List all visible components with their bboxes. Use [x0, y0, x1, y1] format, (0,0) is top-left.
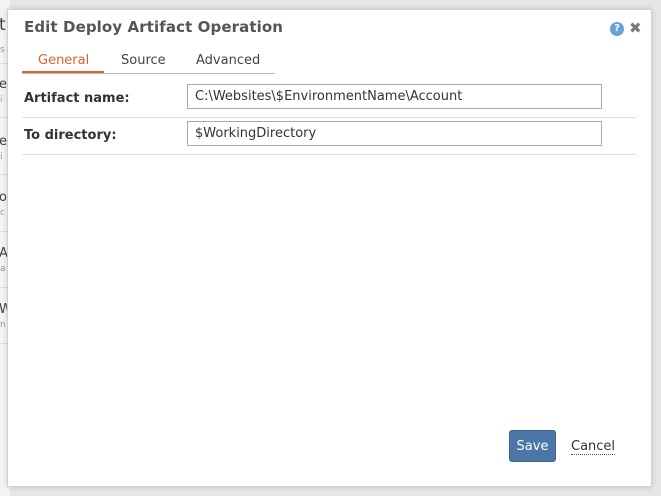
- edit-operation-dialog: Edit Deploy Artifact Operation ? ✖ Gener…: [7, 9, 652, 487]
- background-text: c: [0, 208, 5, 218]
- help-icon[interactable]: ?: [610, 22, 624, 36]
- to-directory-label: To directory:: [24, 128, 117, 143]
- background-text: t: [0, 15, 6, 35]
- tab-source[interactable]: Source: [121, 53, 166, 68]
- active-tab-indicator: [22, 71, 104, 73]
- close-icon[interactable]: ✖: [629, 19, 642, 37]
- background-text: e: [0, 77, 7, 92]
- to-directory-row: To directory:: [22, 118, 636, 155]
- save-button[interactable]: Save: [509, 430, 556, 462]
- tab-general[interactable]: General: [38, 53, 89, 68]
- artifact-name-row: Artifact name:: [22, 81, 636, 118]
- background-text: o: [0, 190, 7, 205]
- background-text: a: [0, 264, 6, 274]
- artifact-name-input[interactable]: [187, 84, 602, 109]
- background-text: e: [0, 134, 7, 149]
- dialog-title: Edit Deploy Artifact Operation: [24, 18, 284, 36]
- tab-bar: General Source Advanced: [22, 53, 275, 74]
- cancel-link[interactable]: Cancel: [571, 439, 616, 455]
- artifact-name-label: Artifact name:: [24, 91, 130, 106]
- background-text: s: [0, 45, 5, 55]
- background-text: i: [0, 152, 3, 162]
- background-text: n: [0, 320, 6, 330]
- to-directory-input[interactable]: [187, 121, 602, 146]
- tab-advanced[interactable]: Advanced: [196, 53, 260, 68]
- background-text: i: [0, 95, 3, 105]
